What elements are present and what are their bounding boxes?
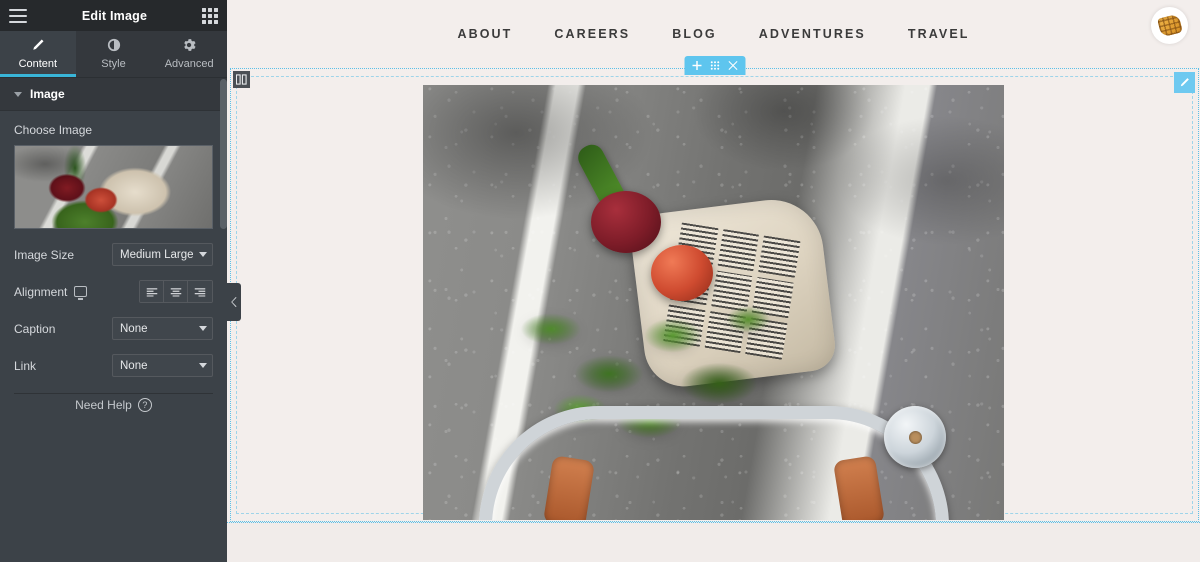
- red-onion: [591, 191, 661, 253]
- hamburger-icon[interactable]: [9, 8, 27, 23]
- image-size-value: Medium Large - 7: [120, 248, 196, 261]
- bicycle-handlebar: [478, 406, 949, 520]
- align-left-button[interactable]: [140, 281, 164, 302]
- section-title: Image: [30, 87, 65, 101]
- chevron-down-icon: [199, 326, 207, 331]
- nav-item-adventures[interactable]: ADVENTURES: [759, 27, 866, 41]
- alignment-label-group: Alignment: [14, 284, 88, 300]
- tab-advanced-label: Advanced: [164, 58, 214, 70]
- close-x-icon: [728, 61, 737, 70]
- panel-body: Choose Image Image Size Medium Large - 7…: [0, 111, 227, 394]
- choose-image-label: Choose Image: [14, 123, 93, 137]
- caption-row: Caption None: [14, 317, 213, 340]
- alignment-label: Alignment: [14, 284, 68, 299]
- delete-section-button[interactable]: [728, 61, 737, 70]
- tab-content[interactable]: Content: [0, 31, 76, 77]
- chevron-down-icon: [199, 252, 207, 257]
- primary-nav: ABOUT CAREERS BLOG ADVENTURES TRAVEL: [457, 27, 969, 41]
- desktop-monitor-icon[interactable]: [74, 286, 88, 300]
- drag-section-handle[interactable]: [710, 61, 719, 70]
- bicycle-bell: [884, 406, 946, 468]
- image-size-label: Image Size: [14, 247, 75, 262]
- panel-divider: [14, 393, 213, 394]
- plus-icon: [692, 61, 701, 70]
- panel-tabs: Content Style Advanced: [0, 31, 227, 78]
- nav-item-about[interactable]: ABOUT: [457, 27, 512, 41]
- tab-advanced[interactable]: Advanced: [151, 31, 227, 77]
- waffle-logo-icon: [1156, 13, 1183, 38]
- pencil-icon: [31, 38, 45, 55]
- thumbnail-preview: [15, 146, 212, 228]
- section-wrapper: [230, 56, 1199, 522]
- caption-label: Caption: [14, 321, 56, 336]
- link-select[interactable]: None: [112, 354, 213, 377]
- handlebar-grip-right: [832, 455, 885, 520]
- section-header-image[interactable]: Image: [0, 78, 227, 111]
- need-help-label: Need Help: [75, 398, 132, 412]
- caption-value: None: [120, 322, 148, 335]
- tab-style-label: Style: [101, 58, 126, 70]
- chevron-down-icon: [14, 91, 22, 97]
- image-size-row: Image Size Medium Large - 7: [14, 243, 213, 266]
- image-thumbnail[interactable]: [14, 145, 213, 229]
- link-row: Link None: [14, 354, 213, 377]
- question-circle-icon: ?: [137, 398, 152, 412]
- tab-content-label: Content: [18, 58, 58, 70]
- nav-item-blog[interactable]: BLOG: [672, 27, 717, 41]
- panel-scrollbar[interactable]: [220, 79, 227, 379]
- need-help-link[interactable]: Need Help ?: [0, 398, 227, 412]
- link-value: None: [120, 359, 148, 372]
- grid-apps-icon[interactable]: [202, 7, 218, 24]
- elementor-editor: Edit Image Content Style Advanced Image …: [0, 0, 1200, 562]
- nav-item-careers[interactable]: CAREERS: [554, 27, 630, 41]
- canvas-bottom-strip: [227, 522, 1200, 562]
- alignment-row: Alignment: [14, 280, 213, 303]
- site-logo[interactable]: [1151, 7, 1188, 44]
- image-size-select[interactable]: Medium Large - 7: [112, 243, 213, 266]
- handlebar-grip-left: [542, 455, 595, 520]
- panel-collapse-toggle[interactable]: [227, 283, 241, 321]
- link-label: Link: [14, 358, 37, 373]
- tab-style[interactable]: Style: [76, 31, 152, 77]
- columns-icon: [236, 74, 247, 85]
- pencil-edit-icon: [1180, 78, 1189, 87]
- gear-icon: [182, 38, 196, 55]
- editor-panel: Edit Image Content Style Advanced Image …: [0, 0, 227, 562]
- column-handle[interactable]: [233, 71, 250, 88]
- alignment-button-group: [139, 280, 213, 303]
- align-right-button[interactable]: [188, 281, 212, 302]
- contrast-icon: [107, 38, 121, 55]
- nav-item-travel[interactable]: TRAVEL: [908, 27, 970, 41]
- panel-header: Edit Image: [0, 0, 227, 31]
- preview-canvas: ABOUT CAREERS BLOG ADVENTURES TRAVEL: [227, 0, 1200, 562]
- widget-edit-handle[interactable]: [1174, 72, 1195, 93]
- caption-select[interactable]: None: [112, 317, 213, 340]
- add-section-button[interactable]: [692, 61, 701, 70]
- image-widget[interactable]: [423, 85, 1004, 520]
- drag-dots-icon: [710, 61, 719, 70]
- section-toolbar: [684, 56, 745, 75]
- page-title: Edit Image: [81, 8, 148, 23]
- chevron-down-icon: [199, 363, 207, 368]
- align-center-button[interactable]: [164, 281, 188, 302]
- chevron-left-icon: [230, 297, 237, 307]
